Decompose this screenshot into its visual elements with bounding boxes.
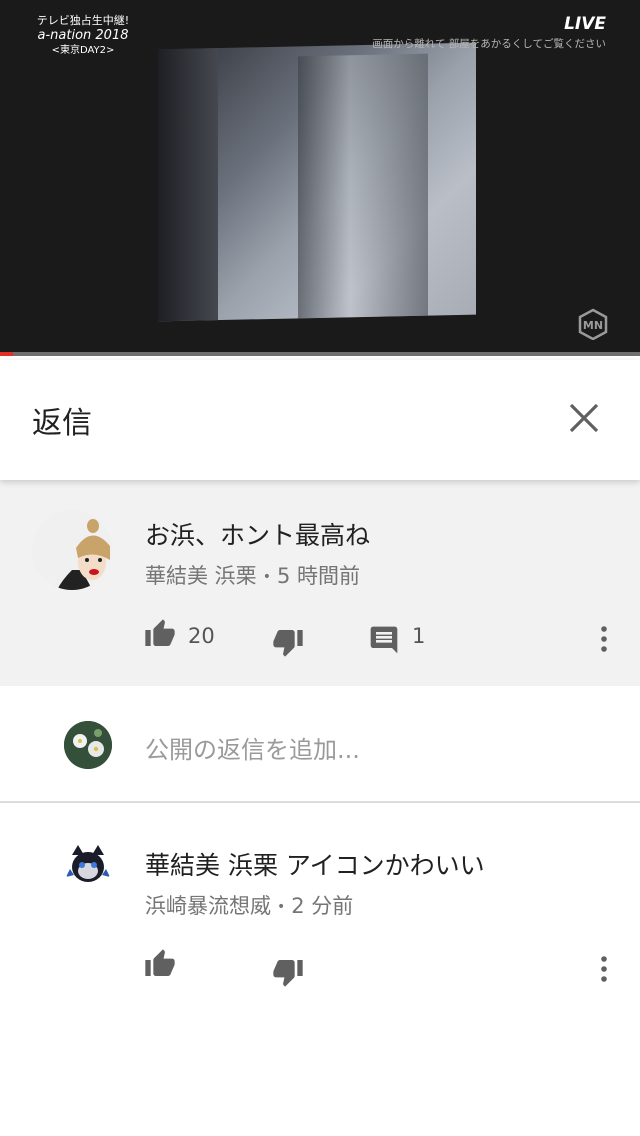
- show-title: テレビ独占生中継! a-nation 2018 <東京DAY2>: [28, 14, 138, 57]
- avatar[interactable]: [32, 510, 112, 590]
- avatar[interactable]: [64, 841, 112, 889]
- current-user-avatar-icon: [64, 721, 112, 769]
- show-title-line2: a-nation 2018: [37, 28, 129, 43]
- channel-logo-icon: MN: [578, 308, 608, 340]
- user-avatar-icon: [32, 510, 112, 590]
- add-reply-row: 公開の返信を追加...: [0, 686, 640, 801]
- reply-user-avatar-icon: [64, 841, 112, 889]
- comment-meta: 華結美 浜栗 • 5 時間前: [145, 560, 360, 590]
- more-options-icon[interactable]: [598, 954, 610, 984]
- thumb-up-icon[interactable]: [144, 618, 176, 650]
- close-icon[interactable]: [562, 396, 606, 440]
- comment-text: お浜、ホント最高ね: [145, 521, 371, 550]
- video-progress-fill: [0, 352, 13, 356]
- show-title-line1: テレビ独占生中継!: [36, 14, 130, 27]
- thumb-down-icon[interactable]: [272, 956, 304, 988]
- avatar: [64, 721, 112, 769]
- viewing-notice: 画面から離れて 部屋をあかるくしてご覧ください: [372, 38, 606, 50]
- meta-separator: •: [262, 569, 271, 585]
- divider: [0, 801, 640, 803]
- replies-header: 返信: [0, 360, 640, 480]
- comment-time: 2 分前: [291, 894, 354, 918]
- reply-count: 1: [412, 624, 426, 648]
- meta-separator: •: [277, 899, 286, 915]
- more-options-icon[interactable]: [598, 624, 610, 654]
- thumb-up-icon[interactable]: [144, 948, 176, 980]
- video-progress-bar[interactable]: [0, 352, 640, 356]
- comment-author[interactable]: 華結美 浜栗: [145, 564, 257, 588]
- comment-text: 華結美 浜栗 アイコンかわいい: [145, 851, 485, 880]
- live-badge: LIVE: [564, 14, 606, 34]
- comment-time: 5 時間前: [276, 564, 360, 588]
- video-frame: [158, 42, 476, 322]
- svg-text:MN: MN: [583, 319, 603, 332]
- reply-comment-icon[interactable]: [368, 624, 400, 656]
- show-title-line3: <東京DAY2>: [51, 45, 115, 56]
- reply-input[interactable]: 公開の返信を追加...: [145, 730, 360, 765]
- parent-comment: お浜、ホント最高ね 華結美 浜栗 • 5 時間前 20 1: [0, 480, 640, 686]
- comment-author[interactable]: 浜崎暴流想威: [145, 894, 271, 918]
- like-count: 20: [188, 624, 215, 648]
- page-title: 返信: [32, 406, 92, 441]
- thumb-down-icon[interactable]: [272, 626, 304, 658]
- comment-meta: 浜崎暴流想威 • 2 分前: [145, 890, 353, 920]
- video-player[interactable]: テレビ独占生中継! a-nation 2018 <東京DAY2> LIVE 画面…: [0, 0, 640, 356]
